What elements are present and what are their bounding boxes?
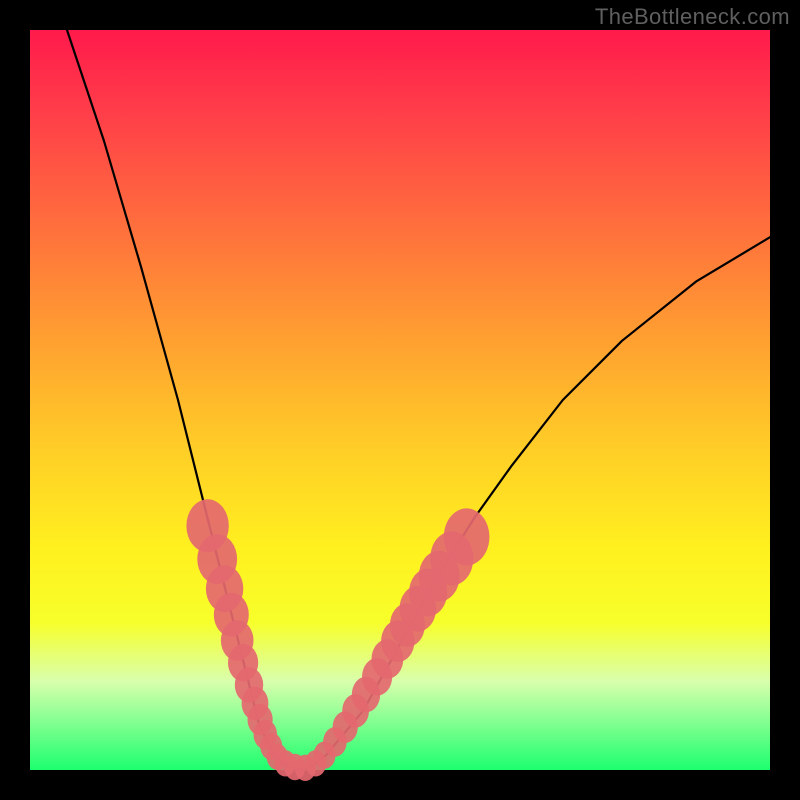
plot-area: [30, 30, 770, 770]
chart-svg: [30, 30, 770, 770]
marker-cluster: [186, 499, 489, 781]
watermark-text: TheBottleneck.com: [595, 4, 790, 30]
chart-frame: TheBottleneck.com: [0, 0, 800, 800]
bottleneck-curve: [67, 30, 770, 770]
